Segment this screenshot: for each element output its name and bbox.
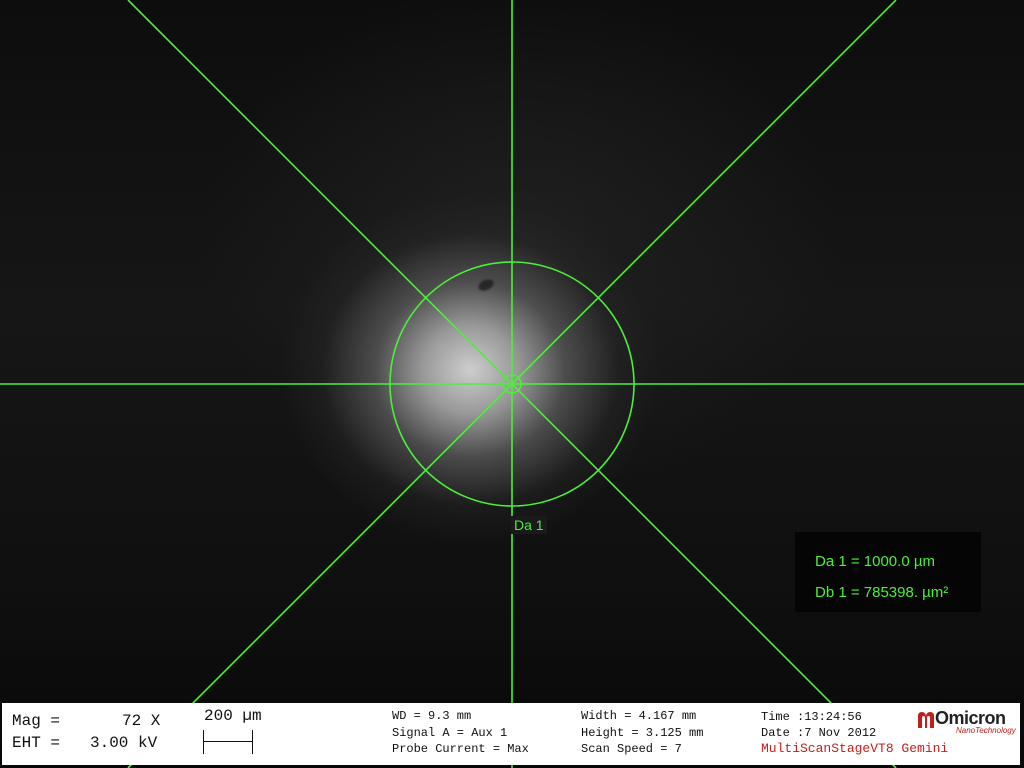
measurement-overlay [0, 0, 1024, 768]
mag-value: 72 X [122, 712, 161, 730]
mag-label: Mag = [12, 712, 61, 730]
eht-value: 3.00 kV [90, 734, 158, 752]
info-databar: Mag = 72 X EHT = 3.00 kV 200 µm WD = 9.3… [2, 703, 1020, 765]
omicron-logo-icon [918, 712, 934, 728]
diameter-readout: Da 1 = 1000.0 µm [815, 553, 935, 570]
signal-source: Signal A = Aux 1 [392, 725, 508, 740]
probe-current: Probe Current = Max [392, 742, 529, 756]
stage-name: MultiScanStageVT8 Gemini [761, 741, 949, 756]
image-height: Height = 3.125 mm [581, 725, 704, 740]
omicron-logo: Omicron NanoTechnology [916, 708, 1016, 736]
scale-bar-label: 200 µm [204, 707, 262, 725]
capture-date: Date :7 Nov 2012 [761, 726, 877, 740]
image-width: Width = 4.167 mm [581, 709, 697, 723]
eht-label: EHT = [12, 734, 61, 752]
logo-subtext: NanoTechnology [956, 726, 1016, 735]
measurement-label: Da 1 [511, 516, 547, 534]
area-readout: Db 1 = 785398. µm² [815, 584, 949, 601]
measurement-readout-box: Da 1 = 1000.0 µm Db 1 = 785398. µm² [795, 532, 981, 612]
capture-time: Time :13:24:56 [761, 710, 862, 724]
scale-bar [203, 730, 253, 754]
scan-speed: Scan Speed = 7 [581, 742, 682, 756]
working-distance: WD = 9.3 mm [392, 709, 472, 723]
sem-viewer: Da 1 Da 1 = 1000.0 µm Db 1 = 785398. µm²… [0, 0, 1024, 768]
